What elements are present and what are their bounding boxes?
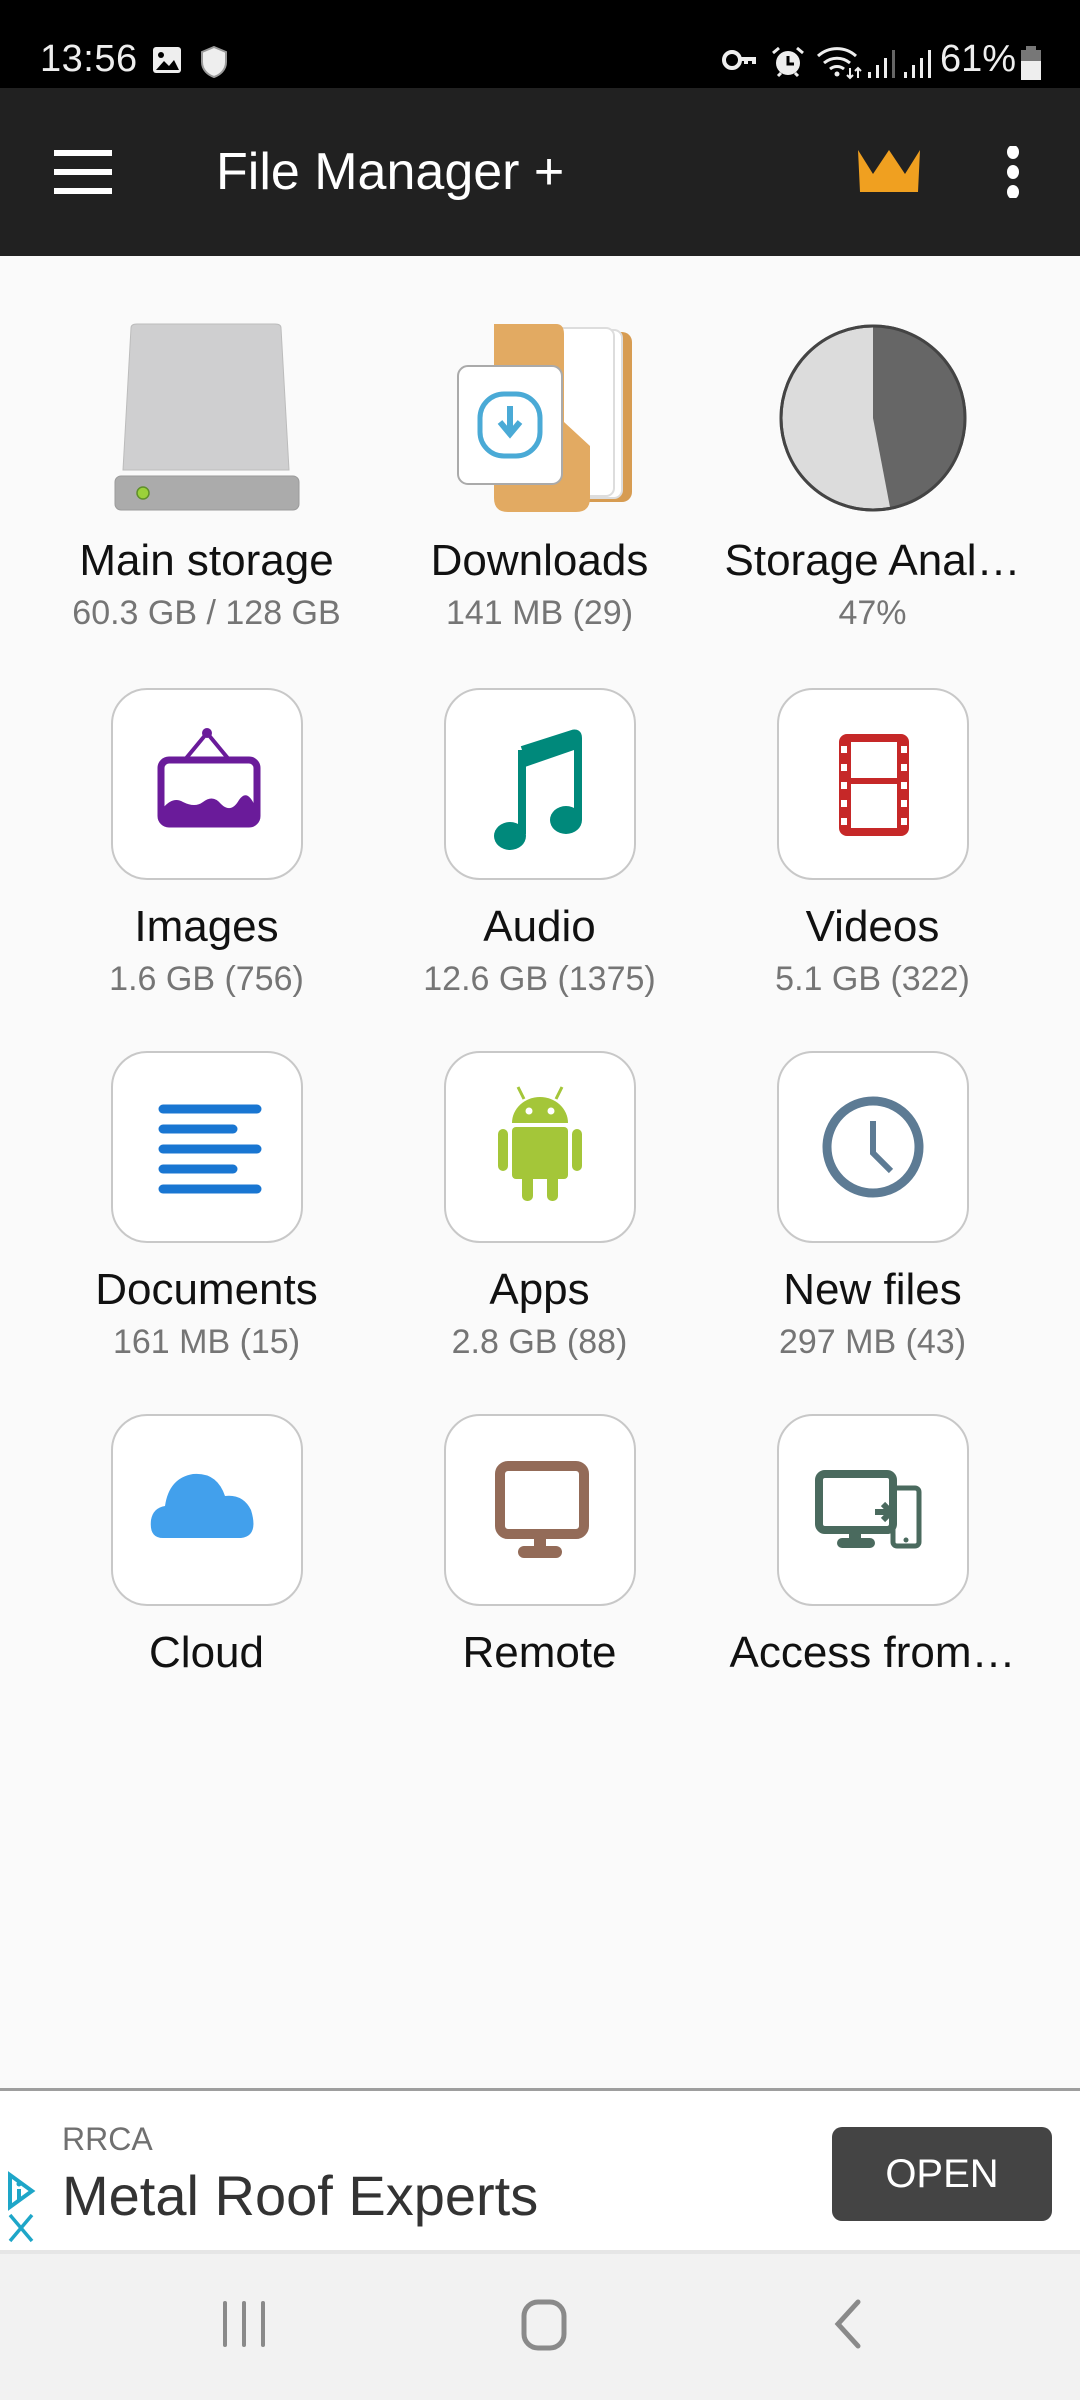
pc-to-phone-icon xyxy=(815,1470,922,1549)
pie-chart-icon xyxy=(779,324,967,512)
image-frame-icon xyxy=(157,728,261,828)
category-label: Main storage xyxy=(79,536,334,585)
monitor-icon xyxy=(495,1461,589,1558)
icon-tile xyxy=(111,1051,303,1243)
icon-tile xyxy=(444,1051,636,1243)
icon-tile xyxy=(444,688,636,880)
category-stats: 2.8 GB (88) xyxy=(451,1323,628,1361)
category-label: Storage Anal… xyxy=(724,536,1021,585)
clock-icon xyxy=(822,1096,924,1198)
category-label: Images xyxy=(134,902,279,951)
icon-tile xyxy=(111,1414,303,1606)
android-icon xyxy=(498,1086,582,1201)
icon-tile xyxy=(111,688,303,880)
category-label: Remote xyxy=(462,1628,617,1677)
status-bar: 13:56 61% xyxy=(0,0,1080,88)
icon-tile xyxy=(777,688,969,880)
app-title: File Manager + xyxy=(216,143,565,201)
ad-banner[interactable]: RRCA Metal Roof Experts OPEN xyxy=(0,2088,1080,2254)
hamburger-menu-icon[interactable] xyxy=(54,150,112,194)
document-lines-icon xyxy=(158,1104,262,1194)
battery-icon xyxy=(1021,46,1041,80)
cloud-icon xyxy=(150,1473,254,1538)
signal-icon xyxy=(904,50,931,78)
category-stats: 12.6 GB (1375) xyxy=(423,960,656,998)
category-label: Cloud xyxy=(149,1628,264,1677)
category-stats: 1.6 GB (756) xyxy=(109,960,304,998)
ad-headline[interactable]: Metal Roof Experts xyxy=(62,2163,538,2228)
wifi-icon xyxy=(816,47,862,80)
category-label: Access from… xyxy=(729,1628,1016,1677)
icon-tile xyxy=(777,1051,969,1243)
app-bar: File Manager + xyxy=(0,88,1080,256)
music-note-icon xyxy=(494,729,582,850)
battery-percent: 61% xyxy=(940,38,1017,80)
close-ad-icon[interactable] xyxy=(6,2213,36,2243)
gallery-notification-icon xyxy=(153,47,181,73)
shield-icon xyxy=(201,46,227,78)
category-label: Documents xyxy=(95,1265,318,1314)
adchoices-icon[interactable] xyxy=(6,2171,36,2211)
icon-tile xyxy=(444,1414,636,1606)
category-stats: 297 MB (43) xyxy=(778,1323,967,1361)
category-stats: 5.1 GB (322) xyxy=(775,960,970,998)
alarm-icon xyxy=(772,46,804,78)
home-icon[interactable] xyxy=(520,2299,568,2351)
pie-used-slice xyxy=(873,326,965,509)
crown-icon[interactable] xyxy=(858,150,920,192)
category-stats: 60.3 GB / 128 GB xyxy=(72,594,341,632)
back-icon[interactable] xyxy=(830,2299,864,2349)
category-label: Downloads xyxy=(430,536,649,585)
signal-icon xyxy=(868,50,895,78)
system-nav-bar xyxy=(0,2254,1080,2400)
category-label: Videos xyxy=(805,902,940,951)
recents-icon[interactable] xyxy=(220,2299,268,2349)
icon-tile xyxy=(777,1414,969,1606)
category-label: Apps xyxy=(489,1265,590,1314)
film-strip-icon xyxy=(839,734,909,836)
hard-drive-icon xyxy=(114,323,300,511)
category-label: Audio xyxy=(483,902,596,951)
vpn-key-icon xyxy=(722,50,756,70)
category-stats: 141 MB (29) xyxy=(445,594,634,632)
ad-advertiser: RRCA xyxy=(62,2121,153,2157)
ad-open-button[interactable]: OPEN xyxy=(832,2127,1052,2221)
more-vert-icon[interactable] xyxy=(998,146,1028,198)
category-label: New files xyxy=(783,1265,962,1314)
category-stats: 161 MB (15) xyxy=(112,1323,301,1361)
category-stats: 47% xyxy=(838,594,907,632)
download-folder-icon xyxy=(457,324,632,512)
status-time: 13:56 xyxy=(40,38,138,80)
